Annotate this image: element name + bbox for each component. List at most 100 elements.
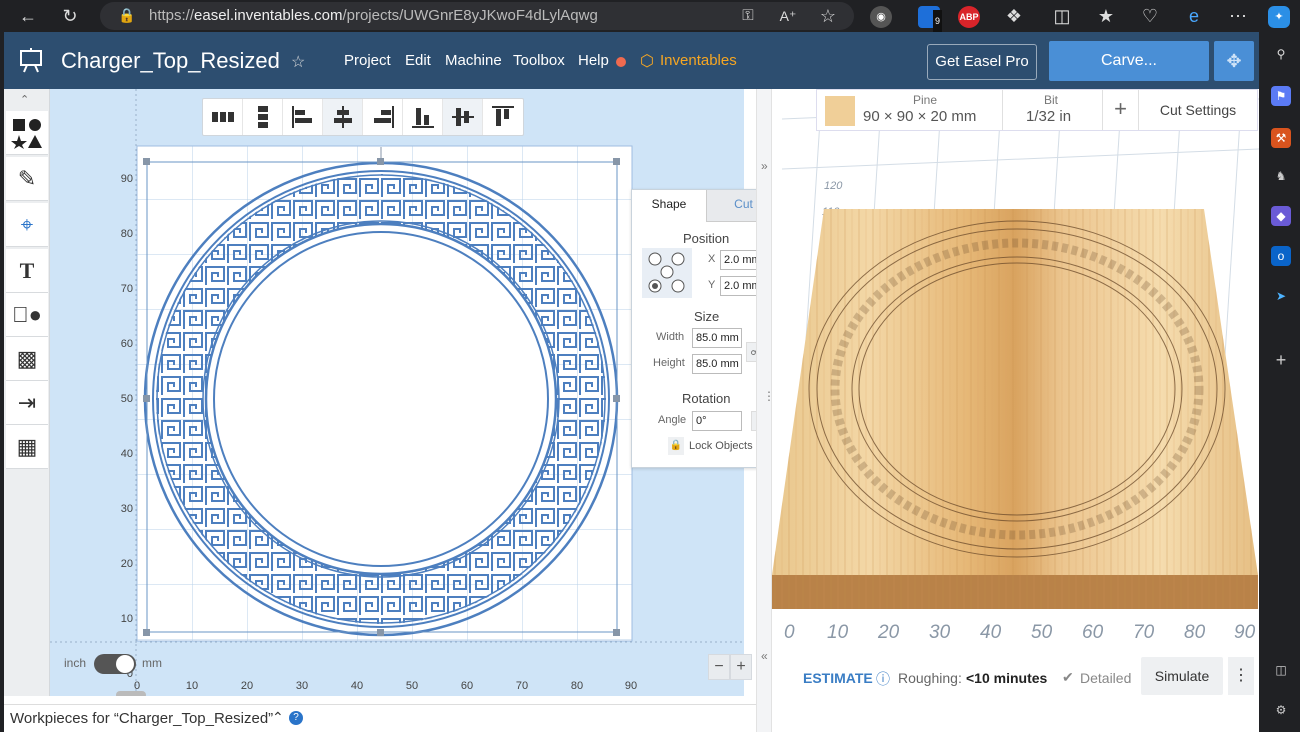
angle-input[interactable]: 0° bbox=[692, 411, 742, 431]
tab-shape[interactable]: Shape bbox=[632, 190, 706, 222]
menu-edit[interactable]: Edit bbox=[405, 52, 431, 69]
shopping-tag-icon[interactable]: ⚑ bbox=[1271, 86, 1291, 106]
tool-sidebar: ⌃ ✎ ⌖ T ● ▩ ⇥ ▦ bbox=[4, 89, 50, 696]
align-right-icon[interactable] bbox=[363, 99, 403, 135]
info-icon[interactable]: ⓘ bbox=[876, 669, 890, 689]
heart-pulse-icon[interactable]: ♡ bbox=[1138, 4, 1162, 28]
target-tool-icon[interactable]: ⌖ bbox=[6, 203, 48, 247]
workpieces-bar[interactable]: Workpieces for “Charger_Top_Resized” ⌃ ? bbox=[4, 704, 770, 732]
settings-gear-icon[interactable]: ⚙ bbox=[1271, 700, 1291, 720]
m365-icon[interactable]: ◆ bbox=[1271, 206, 1291, 226]
align-bottom-icon[interactable] bbox=[403, 99, 443, 135]
import-icon[interactable]: ⇥ bbox=[6, 381, 48, 425]
y-tick: 50 bbox=[121, 393, 133, 405]
simulate-button[interactable]: Simulate bbox=[1141, 657, 1223, 695]
unit-toggle[interactable] bbox=[94, 654, 136, 674]
distribute-horizontal-icon[interactable] bbox=[203, 99, 243, 135]
more-options-icon[interactable]: ⋮ bbox=[1228, 657, 1254, 695]
height-label: Height bbox=[653, 357, 685, 369]
check-icon: ✔ bbox=[1062, 669, 1074, 685]
favorite-star-icon[interactable]: ☆ bbox=[816, 4, 840, 28]
align-center-horizontal-icon[interactable] bbox=[323, 99, 363, 135]
back-icon[interactable]: ← bbox=[16, 4, 40, 28]
add-icon[interactable]: + bbox=[1271, 350, 1291, 370]
estimate-label[interactable]: ESTIMATE bbox=[803, 670, 873, 686]
shapes-tool-icon[interactable] bbox=[6, 111, 48, 155]
easel-logo-icon[interactable] bbox=[18, 48, 44, 74]
position-heading: Position bbox=[683, 231, 730, 246]
refresh-icon[interactable]: ↻ bbox=[58, 4, 82, 28]
unit-switch[interactable]: inch mm bbox=[64, 654, 162, 674]
split-screen-icon[interactable]: ◫ bbox=[1050, 4, 1074, 28]
more-icon[interactable]: ⋯ bbox=[1226, 4, 1250, 28]
3d-preview-pane[interactable]: 120 110 100 Pine 90 × 90 × 20 mm bbox=[772, 89, 1259, 732]
width-input[interactable]: 85.0 mm bbox=[692, 328, 742, 348]
carve-button[interactable]: Carve... bbox=[1049, 41, 1209, 81]
extension-icon[interactable]: ◉ bbox=[870, 6, 892, 28]
text-tool-icon[interactable]: T bbox=[6, 249, 48, 293]
x-tick: 70 bbox=[516, 680, 528, 692]
tools-icon[interactable]: ⚒ bbox=[1271, 128, 1291, 148]
preview-x-tick: 50 bbox=[1031, 622, 1053, 643]
help-icon[interactable]: ? bbox=[289, 711, 303, 725]
fullscreen-arrows-icon[interactable]: ✥ bbox=[1214, 41, 1254, 81]
menu-help[interactable]: Help bbox=[578, 52, 609, 69]
read-aloud-icon[interactable]: A⁺ bbox=[776, 4, 800, 28]
inventables-logo-icon[interactable]: ⬡ bbox=[640, 51, 654, 71]
cut-settings-button[interactable]: Cut Settings bbox=[1139, 90, 1257, 130]
preview-y-tick: 120 bbox=[824, 180, 843, 192]
copilot-icon[interactable]: ✦ bbox=[1268, 6, 1290, 28]
lock-objects-label[interactable]: Lock Objects bbox=[689, 440, 753, 452]
align-left-icon[interactable] bbox=[283, 99, 323, 135]
cube-icon[interactable]: ▦ bbox=[6, 425, 48, 469]
x-tick: 40 bbox=[351, 680, 363, 692]
easel-app: Charger_Top_Resized ☆ Project Edit Machi… bbox=[4, 32, 1259, 732]
project-title[interactable]: Charger_Top_Resized bbox=[61, 48, 280, 74]
zoom-in-icon[interactable]: + bbox=[730, 654, 752, 680]
anchor-point-selector[interactable] bbox=[642, 248, 692, 298]
favorite-star-icon[interactable]: ☆ bbox=[291, 52, 305, 72]
unit-mm-label[interactable]: mm bbox=[142, 656, 162, 670]
send-icon[interactable]: ➤ bbox=[1271, 286, 1291, 306]
unit-inch-label[interactable]: inch bbox=[64, 656, 86, 670]
collapse-chevron-icon[interactable]: ⌃ bbox=[20, 93, 29, 106]
menu-project[interactable]: Project bbox=[344, 52, 391, 69]
bit-selector[interactable]: Bit 1/32 in bbox=[1003, 90, 1103, 130]
favorites-icon[interactable]: ★ bbox=[1094, 4, 1118, 28]
lego-brick-icon[interactable]: ▩ bbox=[6, 337, 48, 381]
puzzle-icon[interactable]: ❖ bbox=[1002, 4, 1026, 28]
menu-machine[interactable]: Machine bbox=[445, 52, 502, 69]
chess-icon[interactable]: ♞ bbox=[1271, 166, 1291, 186]
distribute-vertical-icon[interactable] bbox=[243, 99, 283, 135]
y-tick: 30 bbox=[121, 503, 133, 515]
detailed-label[interactable]: Detailed bbox=[1080, 670, 1131, 686]
menu-toolbox[interactable]: Toolbox bbox=[513, 52, 565, 69]
edge-icon[interactable]: e bbox=[1182, 4, 1206, 28]
extension-badge-icon[interactable]: 9 bbox=[918, 6, 942, 32]
url-text[interactable]: https://easel.inventables.com/projects/U… bbox=[149, 7, 598, 24]
search-icon[interactable]: ⚲ bbox=[1271, 44, 1291, 64]
angle-label: Angle bbox=[658, 414, 687, 426]
material-selector[interactable]: Pine 90 × 90 × 20 mm bbox=[817, 90, 1003, 130]
preview-x-tick: 90 bbox=[1234, 622, 1256, 643]
zoom-out-icon[interactable]: − bbox=[708, 654, 730, 680]
get-easel-pro-button[interactable]: Get Easel Pro bbox=[927, 44, 1037, 80]
align-center-vertical-icon[interactable] bbox=[443, 99, 483, 135]
lock-icon[interactable]: 🔒 bbox=[668, 437, 684, 455]
chevrons-right-icon[interactable]: » bbox=[761, 159, 768, 173]
design-canvas[interactable]: 90 80 70 60 50 40 30 20 10 0 0 10 20 30 … bbox=[50, 89, 780, 696]
align-top-icon[interactable] bbox=[483, 99, 523, 135]
chevrons-left-icon[interactable]: « bbox=[761, 649, 768, 663]
chevron-up-icon[interactable]: ⌃ bbox=[272, 709, 284, 726]
inventables-link[interactable]: Inventables bbox=[660, 52, 737, 69]
add-bit-button[interactable]: + bbox=[1103, 90, 1139, 130]
workpieces-label[interactable]: Workpieces for “Charger_Top_Resized” bbox=[10, 710, 273, 727]
key-icon[interactable]: ⚿ bbox=[736, 4, 760, 28]
pen-tool-icon[interactable]: ✎ bbox=[6, 157, 48, 201]
outlook-icon[interactable]: o bbox=[1271, 246, 1291, 266]
pane-divider[interactable]: » ⋮ « bbox=[756, 89, 775, 732]
adblock-icon[interactable]: ABP bbox=[958, 6, 980, 28]
apple-icon[interactable]: ● bbox=[6, 293, 48, 337]
height-input[interactable]: 85.0 mm bbox=[692, 354, 742, 374]
sidebar-toggle-icon[interactable]: ◫ bbox=[1271, 660, 1291, 680]
